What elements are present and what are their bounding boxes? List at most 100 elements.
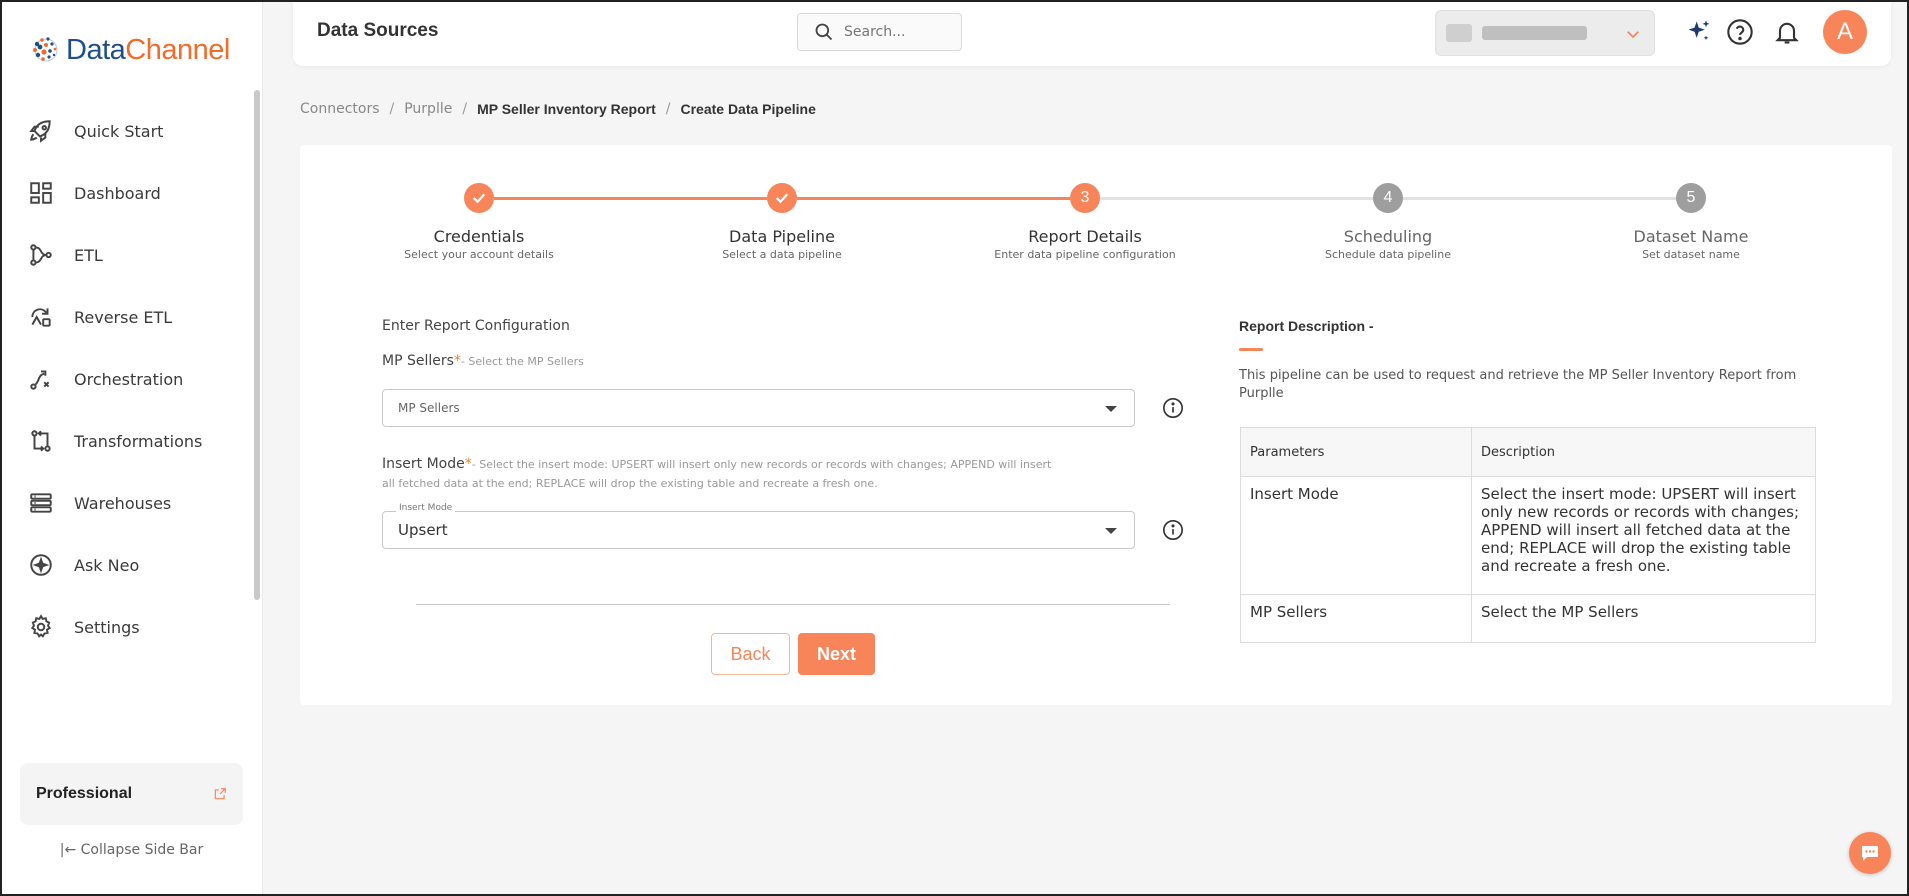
- sidebar-item-label: Quick Start: [74, 121, 164, 141]
- step-number: 4: [1373, 183, 1403, 213]
- bell-icon[interactable]: [1773, 18, 1801, 46]
- logo-text: DataChannel: [66, 34, 230, 67]
- page-title: Data Sources: [317, 20, 439, 41]
- mp-sellers-select[interactable]: MP Sellers: [382, 389, 1135, 427]
- logo-text-data: Data: [66, 33, 126, 66]
- mp-sellers-label-text: MP Sellers: [382, 353, 454, 369]
- dashboard-icon: [30, 182, 52, 204]
- breadcrumb-item-current: Create Data Pipeline: [680, 101, 816, 117]
- sidebar-item-label: Transformations: [74, 431, 203, 451]
- breadcrumb-item-report[interactable]: MP Seller Inventory Report: [477, 101, 656, 117]
- breadcrumb-separator: /: [389, 101, 395, 117]
- sidebar-item-dashboard[interactable]: Dashboard: [0, 162, 250, 224]
- sidebar-item-warehouses[interactable]: Warehouses: [0, 472, 250, 534]
- step-number: 5: [1676, 183, 1706, 213]
- search-icon: [815, 23, 833, 41]
- datachannel-logo[interactable]: DataChannel: [28, 30, 230, 70]
- table-row: MP Sellers Select the MP Sellers: [1240, 594, 1816, 643]
- step-title: Report Details: [1028, 227, 1142, 246]
- step-credentials[interactable]: Credentials Select your account details: [349, 183, 609, 261]
- sidebar-item-etl[interactable]: ETL: [0, 224, 250, 286]
- step-scheduling[interactable]: 4 Scheduling Schedule data pipeline: [1258, 183, 1518, 261]
- warehouses-icon: [30, 493, 52, 513]
- step-circle: [464, 183, 494, 213]
- column-header-description: Description: [1471, 427, 1816, 477]
- sidebar-item-label: ETL: [74, 245, 103, 265]
- breadcrumb-separator: /: [665, 101, 671, 117]
- step-subtitle: Set dataset name: [1642, 248, 1740, 261]
- column-header-parameters: Parameters: [1240, 427, 1472, 477]
- mp-sellers-hint: - Select the MP Sellers: [460, 355, 584, 368]
- breadcrumb: Connectors / Purplle / MP Seller Invento…: [300, 101, 816, 117]
- insert-mode-hint-line1: - Select the insert mode: UPSERT will in…: [471, 458, 1052, 471]
- step-report-details[interactable]: 3 Report Details Enter data pipeline con…: [955, 183, 1215, 261]
- param-name: MP Sellers: [1240, 594, 1472, 643]
- back-button[interactable]: Back: [711, 633, 790, 675]
- plan-label: Professional: [36, 785, 133, 802]
- collapse-sidebar-label: Collapse Side Bar: [80, 842, 204, 858]
- insert-mode-select[interactable]: Upsert: [382, 511, 1135, 549]
- table-header-row: Parameters Description: [1240, 427, 1816, 477]
- step-title: Credentials: [433, 227, 525, 246]
- info-icon[interactable]: [1162, 397, 1184, 419]
- sidebar-item-orchestration[interactable]: Orchestration: [0, 348, 250, 410]
- mp-sellers-label: MP Sellers*- Select the MP Sellers: [382, 353, 584, 369]
- stepper: Credentials Select your account details …: [300, 145, 1892, 275]
- step-title: Data Pipeline: [729, 227, 835, 246]
- check-icon: [472, 193, 486, 204]
- sidebar-scroll-thumb[interactable]: [254, 90, 260, 600]
- sidebar-item-reverse-etl[interactable]: Reverse ETL: [0, 286, 250, 348]
- chevron-down-icon: [1627, 31, 1639, 39]
- account-icon: [1446, 24, 1472, 42]
- chat-button[interactable]: [1849, 832, 1891, 874]
- step-dataset-name[interactable]: 5 Dataset Name Set dataset name: [1561, 183, 1821, 261]
- sidebar-item-ask-neo[interactable]: Ask Neo: [0, 534, 250, 596]
- pipeline-card: Credentials Select your account details …: [300, 145, 1892, 705]
- search-input[interactable]: [844, 24, 954, 40]
- next-button[interactable]: Next: [798, 633, 875, 675]
- reverse-etl-icon: [31, 308, 51, 327]
- search-box[interactable]: [797, 13, 962, 51]
- external-link-icon[interactable]: [213, 787, 227, 801]
- sidebar-item-settings[interactable]: Settings: [0, 596, 250, 658]
- step-title: Scheduling: [1343, 227, 1433, 246]
- check-icon: [775, 193, 789, 204]
- required-marker: *: [453, 353, 461, 369]
- dropdown-caret-icon: [1105, 528, 1117, 534]
- info-icon[interactable]: [1162, 519, 1184, 541]
- sidebar-item-label: Ask Neo: [74, 555, 140, 575]
- step-circle: [767, 183, 797, 213]
- param-description: Select the insert mode: UPSERT will inse…: [1471, 476, 1816, 595]
- step-subtitle: Enter data pipeline configuration: [994, 248, 1176, 261]
- collapse-sidebar-button[interactable]: |← Collapse Side Bar: [0, 842, 263, 858]
- param-description: Select the MP Sellers: [1471, 594, 1816, 643]
- report-description-text: This pipeline can be used to request and…: [1239, 368, 1797, 401]
- step-title: Dataset Name: [1633, 227, 1749, 246]
- rocket-icon: [29, 120, 51, 143]
- report-description-title: Report Description -: [1239, 318, 1374, 334]
- dropdown-caret-icon: [1105, 406, 1117, 412]
- step-subtitle: Select a data pipeline: [722, 248, 842, 261]
- etl-icon: [30, 244, 52, 266]
- insert-mode-label: Insert Mode*- Select the insert mode: UP…: [382, 455, 1051, 493]
- title-accent-bar: [1239, 348, 1263, 351]
- help-icon[interactable]: [1726, 18, 1754, 46]
- sidebar-scrollbar[interactable]: [254, 90, 260, 600]
- ask-neo-icon: [30, 554, 52, 576]
- sidebar-item-transformations[interactable]: Transformations: [0, 410, 250, 472]
- logo-mark-icon: [28, 32, 64, 68]
- account-selector[interactable]: [1435, 10, 1655, 56]
- step-number: 3: [1070, 183, 1100, 213]
- step-subtitle: Schedule data pipeline: [1325, 248, 1451, 261]
- sparkle-icon[interactable]: [1685, 18, 1713, 46]
- step-data-pipeline[interactable]: Data Pipeline Select a data pipeline: [652, 183, 912, 261]
- transformations-icon: [31, 430, 51, 452]
- user-avatar[interactable]: A: [1823, 10, 1867, 54]
- parameters-table: Parameters Description Insert Mode Selec…: [1240, 427, 1816, 643]
- breadcrumb-item-purplle[interactable]: Purplle: [404, 101, 452, 117]
- sidebar-item-quick-start[interactable]: Quick Start: [0, 100, 250, 162]
- gear-icon: [30, 614, 52, 638]
- plan-box[interactable]: Professional: [20, 763, 243, 825]
- breadcrumb-item-connectors[interactable]: Connectors: [300, 101, 380, 117]
- insert-mode-hint-line2: all fetched data at the end; REPLACE wil…: [382, 477, 878, 490]
